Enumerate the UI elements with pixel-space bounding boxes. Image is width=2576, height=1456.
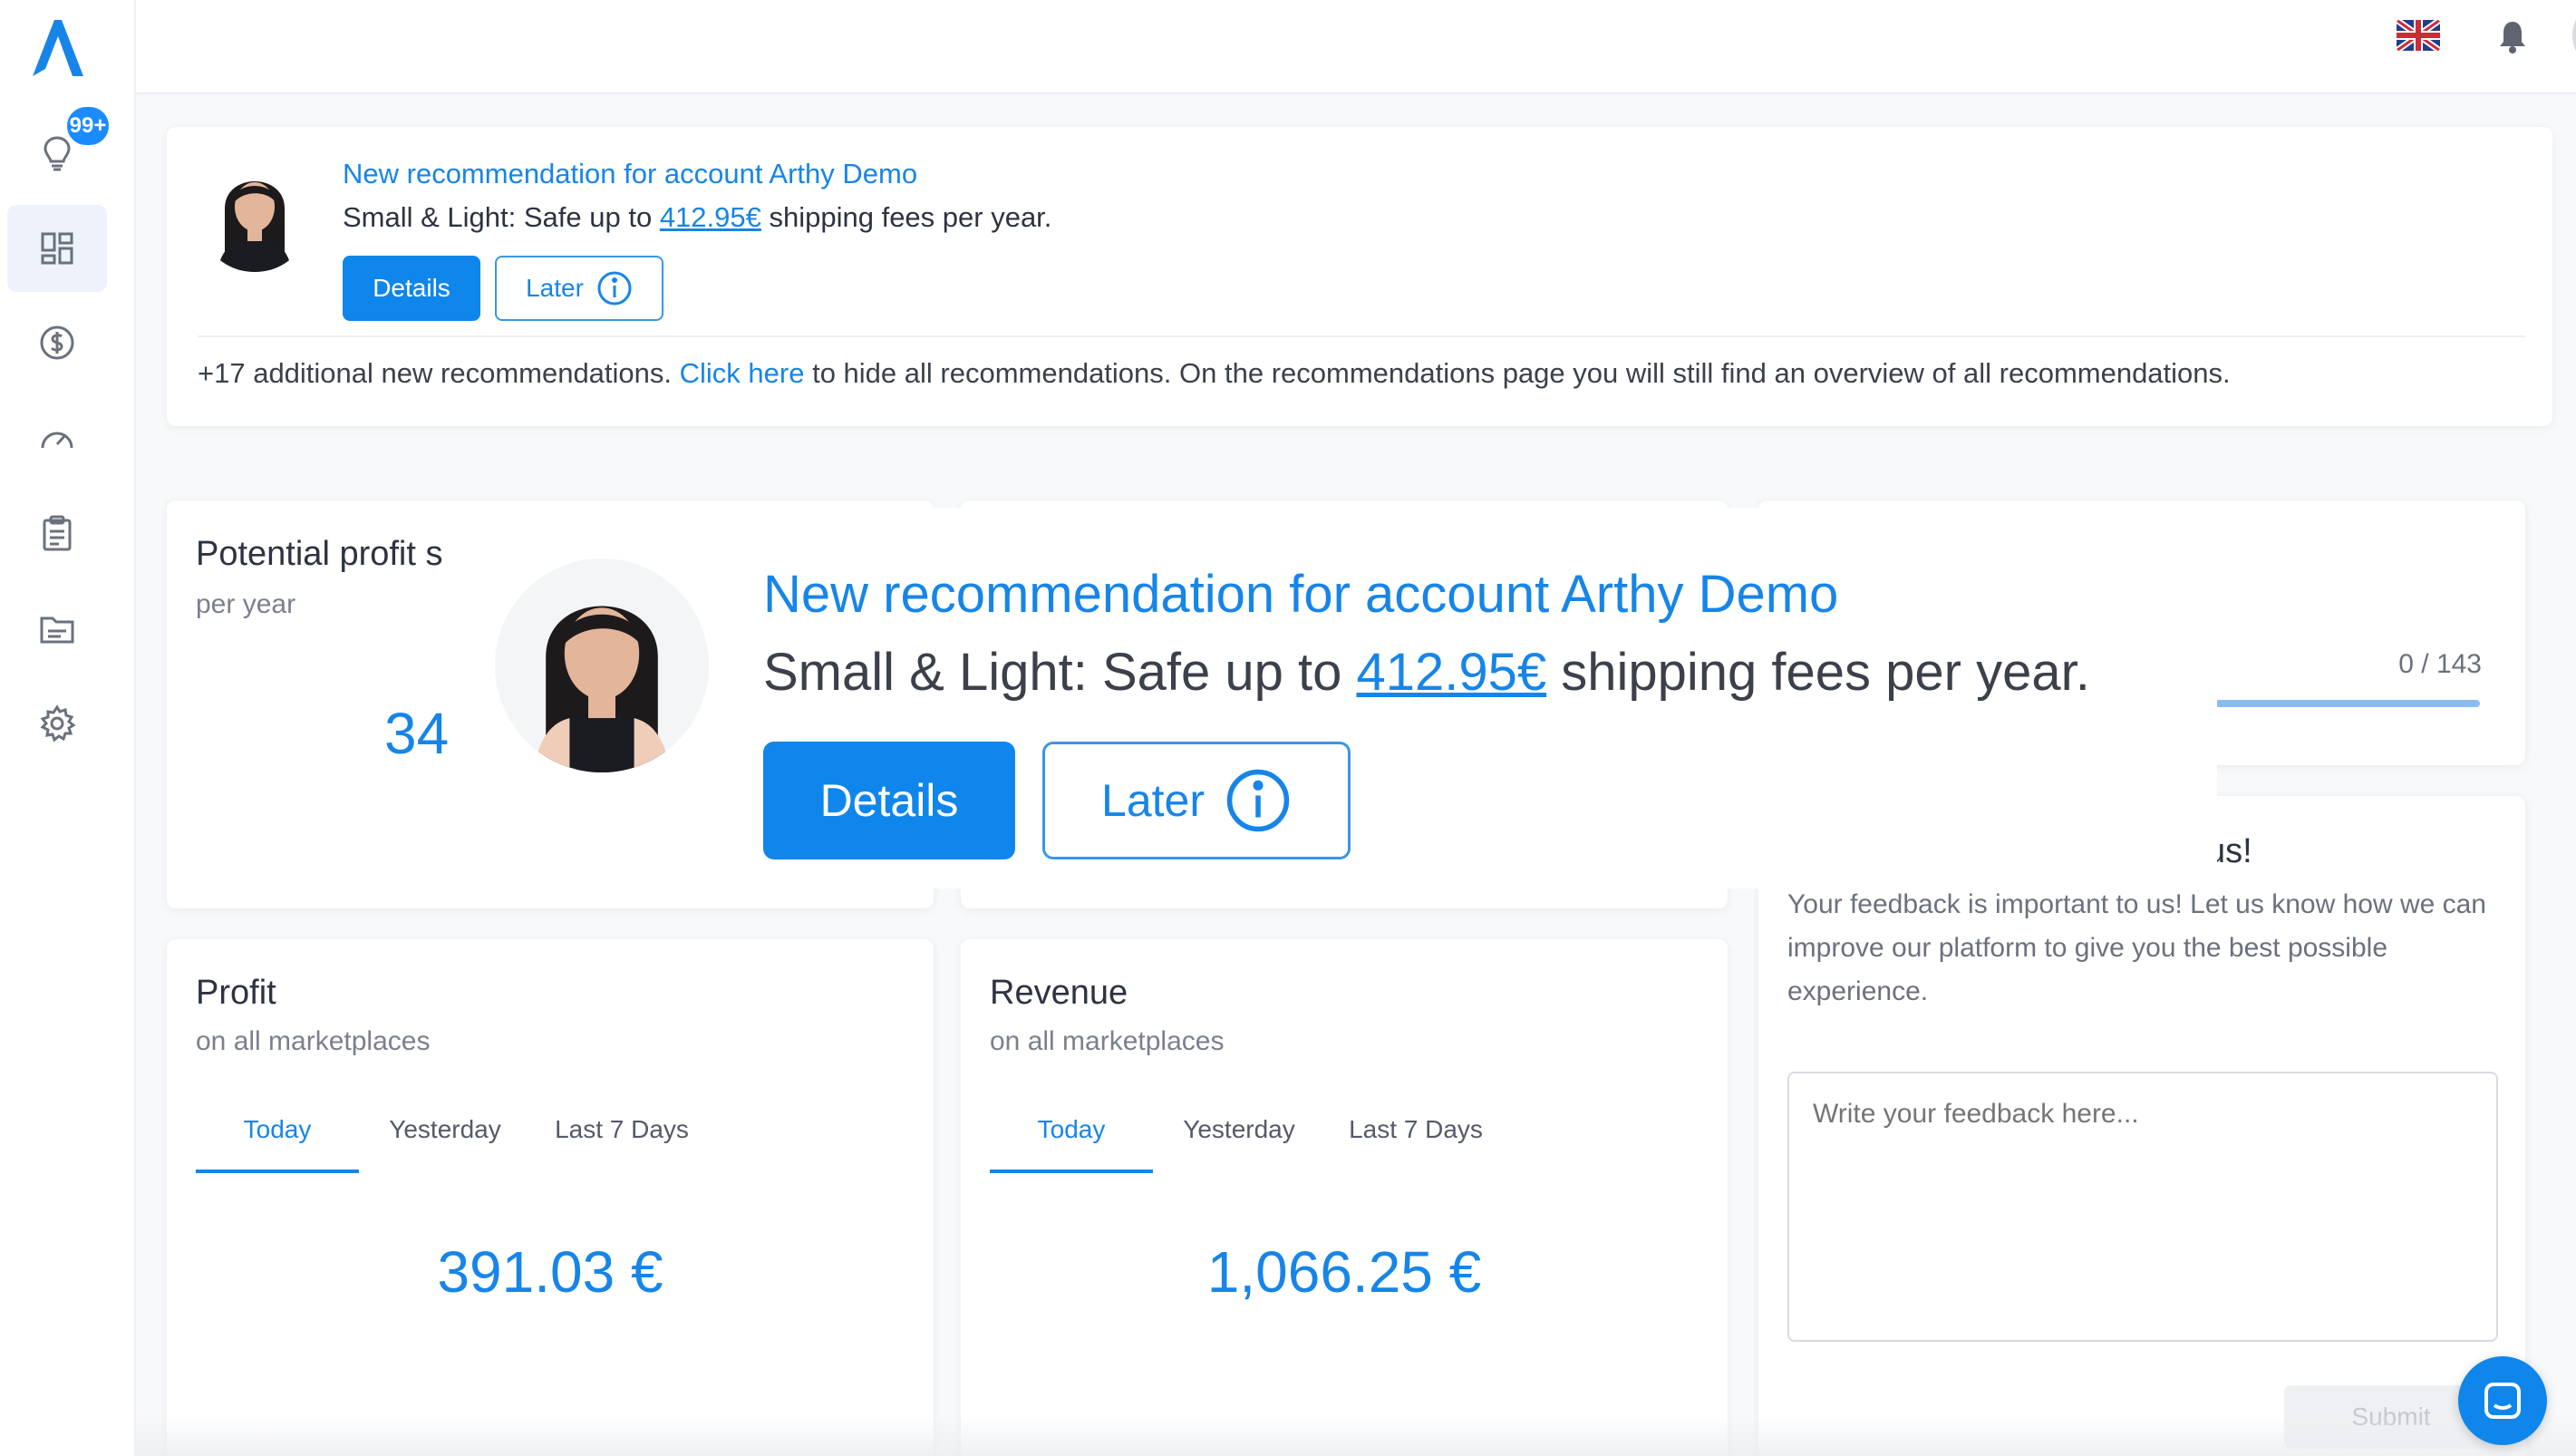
dollar-icon — [40, 325, 74, 360]
feedback-input[interactable] — [1787, 1072, 2498, 1342]
recommendation-text: Small & Light: Safe up to 412.95€ shippi… — [343, 201, 1051, 234]
bell-icon[interactable] — [2496, 18, 2529, 54]
feedback-text: Your feedback is important to us! Let us… — [1787, 889, 2486, 1006]
details-button[interactable]: Details — [343, 256, 480, 321]
hide-recommendations-link[interactable]: Click here — [680, 357, 805, 389]
recommendation-text-after-large: shipping fees per year. — [1546, 643, 2090, 702]
profit-subtitle: on all marketplaces — [196, 1026, 431, 1056]
details-button-large[interactable]: Details — [763, 742, 1015, 859]
more-text-after: to hide all recommendations. On the reco… — [804, 357, 2231, 389]
revenue-card: Revenue on all marketplaces Today Yester… — [961, 939, 1728, 1456]
app-logo-icon[interactable] — [25, 16, 89, 80]
speedometer-icon — [41, 432, 73, 449]
profit-title: Profit — [196, 974, 276, 1012]
profit-card: Profit on all marketplaces Today Yesterd… — [167, 939, 934, 1456]
revenue-tabs: Today Yesterday Last 7 Days — [990, 1110, 1534, 1173]
bottom-fade — [136, 1414, 2576, 1456]
recommendation-text-before: Small & Light: Safe up to — [343, 201, 660, 233]
user-avatar[interactable]: A — [2572, 0, 2576, 71]
later-button-label-large: Later — [1101, 775, 1205, 826]
sidebar: 99+ — [0, 0, 136, 1456]
additional-recommendations-text: +17 additional new recommendations. Clic… — [198, 357, 2231, 390]
sidebar-item-finance[interactable] — [7, 299, 107, 386]
revenue-subtitle: on all marketplaces — [990, 1026, 1225, 1056]
profit-value: 391.03 € — [437, 1239, 663, 1305]
recommendation-amount-link-large[interactable]: 412.95€ — [1356, 643, 1546, 702]
profit-tabs: Today Yesterday Last 7 Days — [196, 1110, 740, 1173]
clipboard-icon — [43, 515, 72, 551]
top-bar: A — [136, 0, 2576, 94]
divider — [198, 335, 2525, 337]
kpi-count: 0 / 143 — [2398, 649, 2482, 679]
sidebar-item-settings[interactable] — [7, 680, 107, 767]
revenue-tab-last-7-days[interactable]: Last 7 Days — [1325, 1110, 1506, 1173]
recommendation-title-large[interactable]: New recommendation for account Arthy Dem… — [763, 564, 1838, 625]
recommendation-amount-link[interactable]: 412.95€ — [660, 201, 761, 233]
chat-button[interactable] — [2458, 1356, 2547, 1445]
sidebar-item-performance[interactable] — [7, 395, 107, 482]
later-button[interactable]: Later — [495, 256, 663, 321]
chat-icon — [2484, 1383, 2521, 1419]
info-icon — [597, 271, 632, 306]
recommendation-title[interactable]: New recommendation for account Arthy Dem… — [343, 158, 917, 190]
more-text-before: +17 additional new recommendations. — [198, 357, 680, 389]
recommendation-zoom-overlay: New recommendation for account Arthy Dem… — [468, 508, 2217, 888]
kpi-progress-bar — [2215, 700, 2480, 707]
recommendation-card: New recommendation for account Arthy Dem… — [167, 127, 2552, 426]
notification-count-badge: 99+ — [63, 103, 112, 149]
later-button-label: Later — [526, 274, 584, 302]
sidebar-item-dashboard[interactable] — [7, 205, 107, 292]
sidebar-item-files[interactable] — [7, 586, 107, 673]
potential-profit-value: 34 — [384, 701, 450, 766]
revenue-title: Revenue — [990, 974, 1128, 1012]
recommendation-text-before-large: Small & Light: Safe up to — [763, 643, 1357, 702]
uk-flag-icon[interactable] — [2397, 20, 2440, 51]
advisor-photo — [198, 154, 312, 272]
potential-profit-title: Potential profit s — [196, 535, 443, 573]
profit-tab-last-7-days[interactable]: Last 7 Days — [531, 1110, 712, 1173]
profit-tab-yesterday[interactable]: Yesterday — [359, 1110, 531, 1173]
revenue-value: 1,066.25 € — [1206, 1239, 1482, 1305]
later-button-large[interactable]: Later — [1042, 742, 1351, 859]
info-icon — [1226, 769, 1290, 832]
profit-tab-today[interactable]: Today — [196, 1110, 359, 1173]
feedback-card: Your feedback is important to us! Let us… — [1758, 796, 2525, 1456]
revenue-tab-today[interactable]: Today — [990, 1110, 1153, 1173]
sidebar-item-reports[interactable] — [7, 490, 107, 577]
potential-profit-subtitle: per year — [196, 589, 296, 619]
recommendation-text-after: shipping fees per year. — [760, 201, 1052, 233]
revenue-tab-yesterday[interactable]: Yesterday — [1153, 1110, 1325, 1173]
dashboard-icon — [41, 232, 73, 265]
folder-icon — [40, 616, 74, 644]
advisor-photo-large — [495, 558, 709, 772]
recommendation-text-large: Small & Light: Safe up to 412.95€ shippi… — [763, 642, 2090, 703]
gear-icon — [40, 704, 76, 743]
